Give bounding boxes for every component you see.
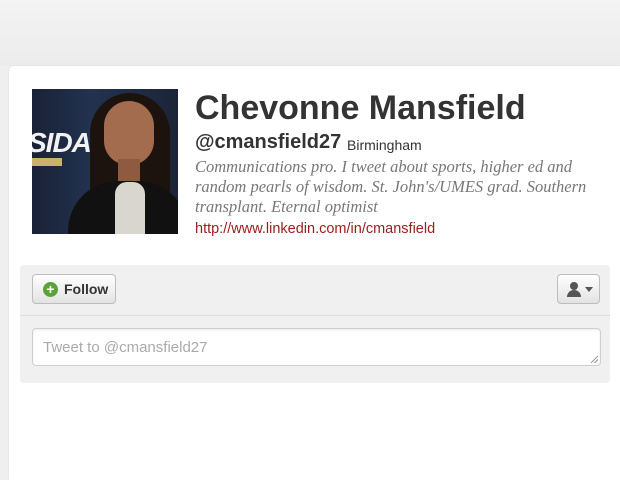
user-icon-body [567,290,581,297]
follow-button[interactable]: + Follow [32,274,116,304]
avatar-face [104,101,154,165]
panel-divider [20,315,610,316]
profile-actions-panel: + Follow [20,265,610,383]
profile-avatar[interactable]: SIDA [32,89,178,234]
plus-circle-icon: + [43,282,58,297]
tweet-input[interactable] [33,329,600,365]
follow-button-label: Follow [64,281,109,297]
tweet-compose-box[interactable] [32,328,601,366]
user-actions-dropdown-button[interactable] [557,274,600,304]
profile-location: Birmingham [347,137,422,153]
chevron-down-icon [585,287,593,292]
profile-url-link[interactable]: http://www.linkedin.com/in/cmansfield [195,221,435,237]
avatar-shirt [115,182,145,234]
user-icon [570,282,578,290]
profile-handle: @cmansfield27 [195,131,342,153]
avatar-banner-tag [32,158,62,166]
profile-name: Chevonne Mansfield [195,89,526,127]
resize-handle-icon[interactable] [591,356,598,363]
avatar-banner-text: SIDA [32,127,92,158]
page-backdrop [0,0,620,66]
profile-bio: Communications pro. I tweet about sports… [195,157,587,216]
